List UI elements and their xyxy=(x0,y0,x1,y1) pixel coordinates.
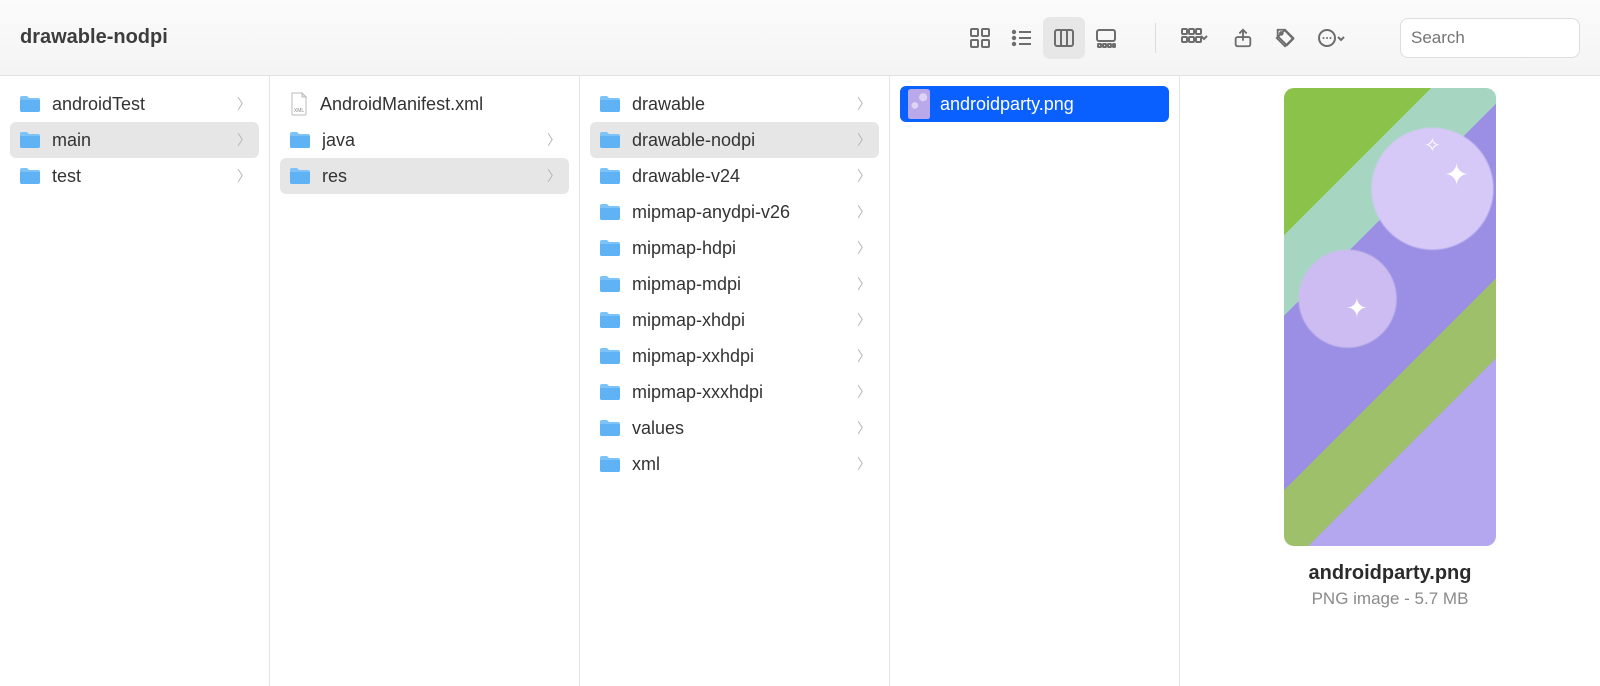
list-view-button[interactable] xyxy=(1001,17,1043,59)
preview-pane: ✦ ✦ ✧ androidparty.png PNG image - 5.7 M… xyxy=(1180,76,1600,686)
row-label: mipmap-xxxhdpi xyxy=(632,382,847,403)
svg-text:XML: XML xyxy=(294,108,305,114)
chevron-right-icon: 〉 xyxy=(237,130,251,150)
folder-row[interactable]: mipmap-xxxhdpi 〉 xyxy=(590,374,879,410)
chevron-right-icon: 〉 xyxy=(857,382,871,402)
chevron-right-icon: 〉 xyxy=(237,166,251,186)
folder-icon xyxy=(598,238,622,258)
row-label: java xyxy=(322,130,537,151)
row-label: drawable-nodpi xyxy=(632,130,847,151)
chevron-right-icon: 〉 xyxy=(857,274,871,294)
search-field[interactable] xyxy=(1400,18,1580,58)
folder-icon xyxy=(598,130,622,150)
row-label: androidparty.png xyxy=(940,94,1161,115)
chevron-right-icon: 〉 xyxy=(857,238,871,258)
row-label: mipmap-xxhdpi xyxy=(632,346,847,367)
folder-row[interactable]: androidTest 〉 xyxy=(10,86,259,122)
chevron-right-icon: 〉 xyxy=(857,94,871,114)
folder-icon xyxy=(598,166,622,186)
toolbar-separator xyxy=(1155,23,1156,53)
folder-icon xyxy=(598,418,622,438)
row-label: AndroidManifest.xml xyxy=(320,94,561,115)
chevron-right-icon: 〉 xyxy=(857,166,871,186)
column-1[interactable]: androidTest 〉 main 〉 test 〉 xyxy=(0,76,270,686)
folder-row[interactable]: main 〉 xyxy=(10,122,259,158)
chevron-right-icon: 〉 xyxy=(857,130,871,150)
folder-row[interactable]: res 〉 xyxy=(280,158,569,194)
chevron-right-icon: 〉 xyxy=(237,94,251,114)
row-label: drawable xyxy=(632,94,847,115)
folder-row[interactable]: mipmap-xhdpi 〉 xyxy=(590,302,879,338)
folder-row[interactable]: mipmap-anydpi-v26 〉 xyxy=(590,194,879,230)
chevron-right-icon: 〉 xyxy=(857,454,871,474)
folder-icon xyxy=(598,310,622,330)
preview-metadata: PNG image - 5.7 MB xyxy=(1312,589,1469,609)
chevron-right-icon: 〉 xyxy=(857,310,871,330)
folder-icon xyxy=(288,166,312,186)
folder-row[interactable]: mipmap-mdpi 〉 xyxy=(590,266,879,302)
row-label: mipmap-mdpi xyxy=(632,274,847,295)
row-label: mipmap-hdpi xyxy=(632,238,847,259)
column-view-button[interactable] xyxy=(1043,17,1085,59)
folder-row[interactable]: mipmap-xxhdpi 〉 xyxy=(590,338,879,374)
folder-row[interactable]: mipmap-hdpi 〉 xyxy=(590,230,879,266)
group-by-button[interactable] xyxy=(1168,17,1222,59)
row-label: mipmap-xhdpi xyxy=(632,310,847,331)
folder-icon xyxy=(18,94,42,114)
folder-icon xyxy=(598,346,622,366)
folder-icon xyxy=(598,202,622,222)
preview-thumbnail[interactable]: ✦ ✦ ✧ xyxy=(1284,88,1496,546)
xml-file-icon: XML xyxy=(288,91,310,117)
folder-row[interactable]: xml 〉 xyxy=(590,446,879,482)
column-browser: androidTest 〉 main 〉 test 〉 XML AndroidManifes… xyxy=(0,76,1600,686)
folder-icon xyxy=(598,94,622,114)
row-label: main xyxy=(52,130,227,151)
folder-row[interactable]: drawable-nodpi 〉 xyxy=(590,122,879,158)
actions-button[interactable] xyxy=(1306,17,1360,59)
gallery-view-button[interactable] xyxy=(1085,17,1127,59)
chevron-right-icon: 〉 xyxy=(547,130,561,150)
chevron-right-icon: 〉 xyxy=(547,166,561,186)
row-label: androidTest xyxy=(52,94,227,115)
tags-button[interactable] xyxy=(1264,17,1306,59)
column-2[interactable]: XML AndroidManifest.xml java 〉 res 〉 xyxy=(270,76,580,686)
image-file-icon xyxy=(908,91,930,117)
file-row[interactable]: androidparty.png xyxy=(900,86,1169,122)
row-label: xml xyxy=(632,454,847,475)
folder-icon xyxy=(18,166,42,186)
chevron-right-icon: 〉 xyxy=(857,202,871,222)
share-button[interactable] xyxy=(1222,17,1264,59)
chevron-right-icon: 〉 xyxy=(857,418,871,438)
folder-icon xyxy=(288,130,312,150)
folder-icon xyxy=(598,382,622,402)
icon-view-button[interactable] xyxy=(959,17,1001,59)
folder-row[interactable]: values 〉 xyxy=(590,410,879,446)
row-label: values xyxy=(632,418,847,439)
search-input[interactable] xyxy=(1411,28,1600,48)
column-4[interactable]: androidparty.png xyxy=(890,76,1180,686)
chevron-right-icon: 〉 xyxy=(857,346,871,366)
row-label: res xyxy=(322,166,537,187)
folder-icon xyxy=(598,454,622,474)
folder-icon xyxy=(18,130,42,150)
folder-row[interactable]: test 〉 xyxy=(10,158,259,194)
window-title: drawable-nodpi xyxy=(20,26,168,49)
folder-row[interactable]: drawable 〉 xyxy=(590,86,879,122)
folder-row[interactable]: java 〉 xyxy=(280,122,569,158)
view-mode-group xyxy=(959,17,1127,59)
file-row[interactable]: XML AndroidManifest.xml xyxy=(280,86,569,122)
row-label: test xyxy=(52,166,227,187)
preview-filename: androidparty.png xyxy=(1309,562,1472,585)
toolbar: drawable-nodpi xyxy=(0,0,1600,76)
row-label: drawable-v24 xyxy=(632,166,847,187)
row-label: mipmap-anydpi-v26 xyxy=(632,202,847,223)
folder-icon xyxy=(598,274,622,294)
folder-row[interactable]: drawable-v24 〉 xyxy=(590,158,879,194)
column-3[interactable]: drawable〉drawable-nodpi〉drawable-v24〉mip… xyxy=(580,76,890,686)
